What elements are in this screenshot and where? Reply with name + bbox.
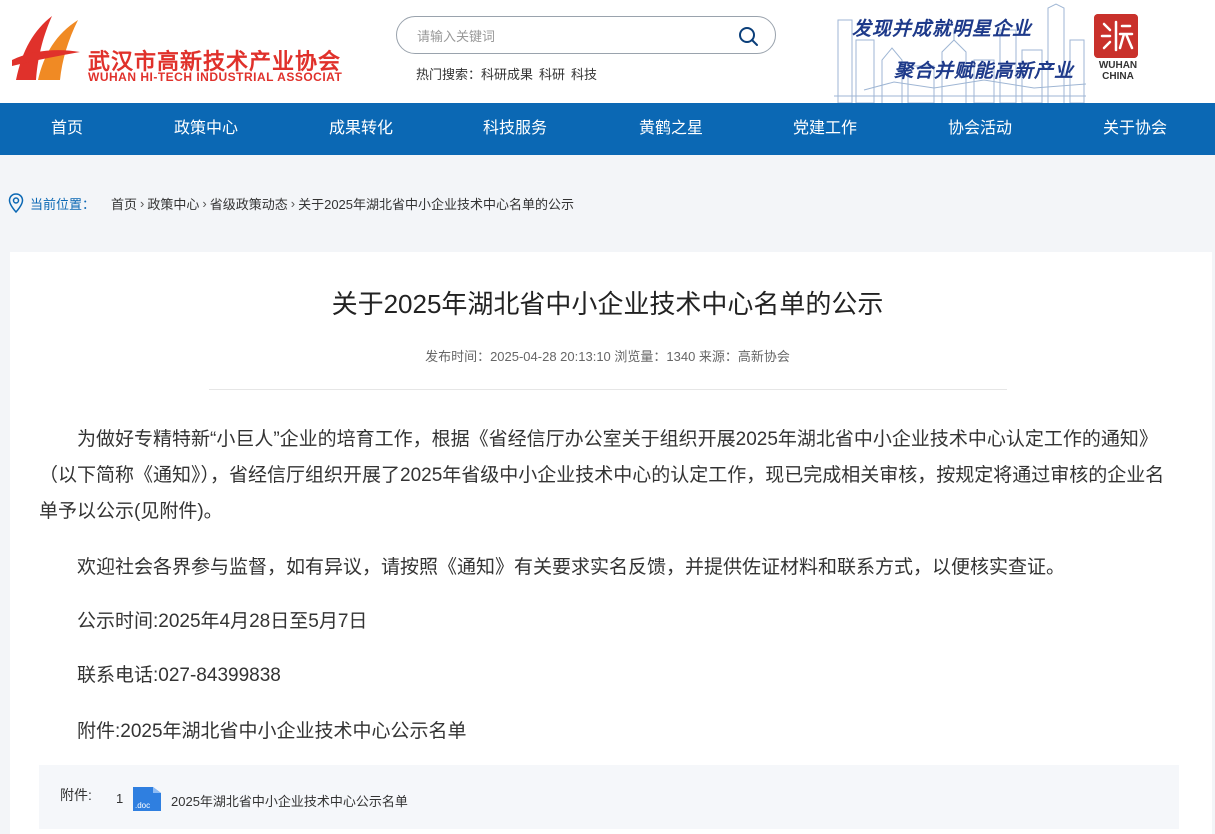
article-paragraph: 为做好专精特新“小巨人”企业的培育工作，根据《省经信厅办公室关于组织开展2025… [39, 429, 1165, 522]
site-logo[interactable]: 武汉市高新技术产业协会 WUHAN HI-TECH INDUSTRIAL ASS… [8, 10, 348, 90]
article-paragraph: 公示时间:2025年4月28日至5月7日 [77, 611, 368, 632]
chevron-right-icon: › [140, 195, 145, 211]
doc-file-icon-label: .doc [135, 801, 150, 810]
breadcrumb-policy[interactable]: 政策中心 [147, 194, 199, 213]
title-divider [209, 389, 1007, 390]
breadcrumb-label: 当前位置： [30, 196, 96, 212]
main-nav: 首页 政策中心 成果转化 科技服务 黄鹤之星 党建工作 协会活动 关于协会 [0, 103, 1215, 155]
hot-search-term[interactable]: 科技 [571, 67, 597, 82]
search-box [396, 16, 776, 54]
wuhan-seal-logo [1094, 14, 1138, 58]
slogan-line-1: 发现并成就明星企业 [852, 18, 1033, 40]
hot-search-label: 热门搜索： [416, 67, 482, 82]
article-paragraph: 附件:2025年湖北省中小企业技术中心公示名单 [77, 721, 467, 742]
search-icon[interactable] [737, 25, 759, 47]
hot-search: 热门搜索：科研成果 科研 科技 [416, 64, 603, 83]
site-header: 武汉市高新技术产业协会 WUHAN HI-TECH INDUSTRIAL ASS… [0, 0, 1215, 103]
seal-caption: WUHAN CHINA [1098, 60, 1138, 82]
nav-item-party[interactable]: 党建工作 [779, 103, 871, 155]
attachment-number: 1 [116, 791, 124, 806]
attachment-label: 附件: [60, 787, 92, 803]
nav-item-policy[interactable]: 政策中心 [160, 103, 252, 155]
logo-mark-icon [12, 16, 80, 80]
nav-item-achievements[interactable]: 成果转化 [315, 103, 407, 155]
breadcrumb-provincial-policy[interactable]: 省级政策动态 [210, 194, 288, 213]
search-input[interactable] [417, 25, 717, 47]
location-pin-icon [8, 193, 24, 213]
nav-item-huanghe-star[interactable]: 黄鹤之星 [625, 103, 717, 155]
nav-item-tech-services[interactable]: 科技服务 [469, 103, 561, 155]
nav-item-about[interactable]: 关于协会 [1089, 103, 1181, 155]
hot-search-term[interactable]: 科研成果 [481, 67, 533, 82]
breadcrumb-current[interactable]: 关于2025年湖北省中小企业技术中心名单的公示 [298, 194, 574, 213]
logo-english-name: WUHAN HI-TECH INDUSTRIAL ASSOCIAT [88, 70, 343, 84]
nav-item-activities[interactable]: 协会活动 [934, 103, 1026, 155]
attachment-box: 附件: 1 .doc 2025年湖北省中小企业技术中心公示名单 [39, 765, 1179, 829]
slogan-line-2: 聚合并赋能高新产业 [894, 60, 1075, 82]
article-meta: 发布时间：2025-04-28 20:13:10 浏览量：1340 来源：高新协… [425, 349, 790, 364]
doc-file-icon[interactable]: .doc [133, 785, 161, 811]
article-paragraph: 联系电话:027-84399838 [77, 665, 281, 686]
attachment-link[interactable]: 2025年湖北省中小企业技术中心公示名单 [171, 791, 408, 810]
chevron-right-icon: › [290, 195, 296, 211]
breadcrumb-home[interactable]: 首页 [111, 194, 137, 213]
breadcrumb: 当前位置： 首页 › 政策中心 › 省级政策动态 › 关于2025年湖北省中小企… [8, 193, 574, 213]
chevron-right-icon: › [202, 195, 207, 211]
nav-item-home[interactable]: 首页 [27, 103, 107, 155]
article-paragraph: 欢迎社会各界参与监督，如有异议，请按照《通知》有关要求实名反馈，并提供佐证材料和… [77, 557, 1066, 578]
article-title: 关于2025年湖北省中小企业技术中心名单的公示 [331, 289, 884, 319]
hot-search-term[interactable]: 科研 [539, 67, 565, 82]
